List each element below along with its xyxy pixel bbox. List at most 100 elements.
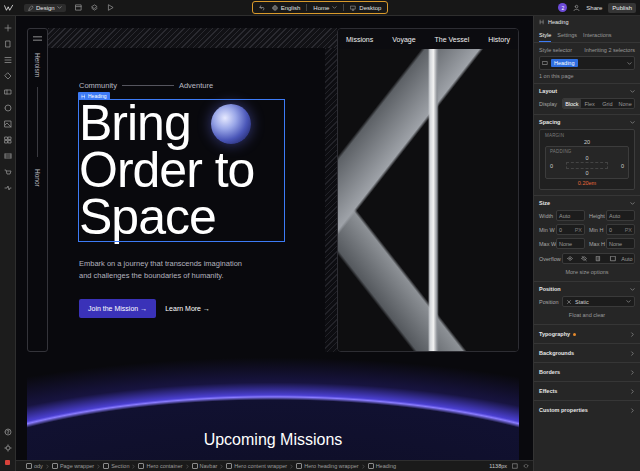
panel-tab[interactable]: Settings (557, 30, 577, 42)
zoom-icon[interactable] (512, 463, 518, 469)
nav-link[interactable]: History (488, 36, 510, 43)
section-title[interactable]: Upcoming Missions (204, 431, 343, 449)
hidden-icon[interactable] (577, 254, 591, 263)
collaborator-count[interactable]: 2 (558, 3, 567, 12)
section-title[interactable]: Spacing (539, 119, 560, 125)
cms-icon[interactable] (4, 152, 12, 160)
size-input[interactable]: None (606, 238, 635, 249)
caret-icon (630, 120, 635, 125)
assets-icon[interactable] (4, 120, 12, 128)
panel-section[interactable]: Typography (534, 324, 640, 343)
scroll-icon[interactable] (591, 254, 605, 263)
panel-tab[interactable]: Interactions (583, 30, 611, 42)
more-size-options[interactable]: More size options (539, 268, 635, 276)
chevron-icon (362, 464, 365, 469)
float-and-clear[interactable]: Float and clear (539, 311, 635, 319)
breadcrumb[interactable]: Navbar (192, 463, 218, 469)
components-icon[interactable] (4, 72, 12, 80)
size-input[interactable]: Auto (606, 210, 635, 221)
user-icon[interactable] (573, 4, 580, 11)
share-button[interactable]: Share (586, 5, 602, 11)
join-button[interactable]: Join the Mission → (79, 299, 156, 318)
logic-icon[interactable] (4, 184, 12, 192)
add-icon[interactable] (4, 24, 12, 32)
padding-left[interactable]: 0 (550, 163, 553, 169)
display-option[interactable]: Flex (581, 99, 599, 108)
nav-link[interactable]: Missions (346, 36, 373, 43)
page-dropdown[interactable]: Home (313, 5, 337, 11)
section-title[interactable]: Layout (539, 88, 557, 94)
padding-right[interactable]: 0 (621, 163, 624, 169)
breadcrumb[interactable]: Heading (368, 463, 397, 469)
selected-heading[interactable]: HeadingBringOrder toSpace (79, 100, 284, 241)
variables-icon[interactable] (4, 88, 12, 96)
menu-icon[interactable] (33, 36, 42, 41)
clip-icon[interactable] (606, 254, 620, 263)
overflow-auto[interactable]: Auto (620, 254, 634, 263)
undo-icon[interactable] (259, 4, 266, 11)
display-option[interactable]: None (616, 99, 634, 108)
rail-label[interactable]: Heroism (34, 53, 41, 77)
navigator-icon[interactable] (4, 56, 12, 64)
nav-link[interactable]: Voyage (392, 36, 415, 43)
breadcrumb[interactable]: Hero content wrapper (226, 463, 287, 469)
class-chip[interactable]: Heading (551, 59, 578, 67)
styles-icon[interactable] (4, 104, 12, 112)
content-box (566, 162, 608, 169)
pages-icon[interactable] (4, 40, 12, 48)
selection-badge[interactable]: Heading (78, 92, 110, 100)
display-option[interactable]: Block (563, 99, 581, 108)
context-group: English Home Desktop (252, 1, 389, 14)
size-input[interactable]: Auto (556, 210, 585, 221)
section-title[interactable]: Size (539, 200, 550, 206)
breadcrumb[interactable]: Section (103, 463, 129, 469)
display-control: BlockFlexGridNone (562, 98, 635, 109)
settings-icon[interactable] (4, 444, 12, 452)
visible-icon[interactable] (563, 254, 577, 263)
display-option[interactable]: Grid (599, 99, 617, 108)
breakpoint-dropdown[interactable]: Desktop (350, 5, 381, 11)
learn-more-button[interactable]: Learn More → (165, 305, 210, 312)
padding-top[interactable]: 0 (585, 155, 588, 161)
ecommerce-icon[interactable] (4, 168, 12, 176)
size-input[interactable]: 0PX (606, 224, 635, 235)
tag[interactable]: Community (79, 81, 117, 90)
panel-section[interactable]: Backgrounds (534, 343, 640, 362)
apps-icon[interactable] (4, 136, 12, 144)
mode-dropdown[interactable]: Design (24, 4, 66, 12)
breadcrumb[interactable]: Hero heading wrapper (296, 463, 358, 469)
panel-section[interactable]: Custom properties (534, 400, 640, 419)
hero-container: Heroism Honor Community Adventure HeadingBri… (27, 28, 519, 352)
selector-field[interactable]: Heading (539, 56, 635, 70)
panel-section[interactable]: Borders (534, 362, 640, 381)
hero-paragraph[interactable]: Embark on a journey that transcends imag… (79, 258, 242, 282)
tag[interactable]: Adventure (179, 81, 213, 90)
publish-button[interactable]: Publish (608, 3, 636, 13)
dashboard-icon[interactable] (75, 4, 82, 11)
size-input[interactable]: 0PX (556, 224, 585, 235)
style-panel: HeadingStyleSettingsInteractionsStyle se… (533, 16, 640, 471)
panel-tab[interactable]: Style (539, 30, 551, 42)
padding-bottom[interactable]: 0 (585, 170, 588, 176)
layers-icon[interactable] (91, 4, 98, 11)
locale-dropdown[interactable]: English (272, 5, 301, 11)
preview-icon[interactable] (107, 4, 114, 11)
code-icon[interactable] (523, 463, 529, 469)
position-select[interactable]: Static (562, 296, 635, 307)
size-input[interactable]: None (556, 238, 585, 249)
audit-icon[interactable] (5, 460, 10, 465)
help-icon[interactable] (4, 428, 12, 436)
rail-label[interactable]: Honor (34, 169, 41, 187)
margin-bottom[interactable]: 0.20em (578, 180, 596, 186)
element-icon (52, 463, 58, 469)
nav-link[interactable]: The Vessel (435, 36, 470, 43)
breadcrumb[interactable]: Page wrapper (52, 463, 94, 469)
inheriting-link[interactable]: Inheriting 2 selectors (584, 47, 635, 53)
breadcrumb[interactable]: ody (26, 463, 43, 469)
hero-heading[interactable]: BringOrder toSpace (79, 100, 284, 241)
margin-top[interactable]: 20 (584, 139, 590, 145)
section-title[interactable]: Position (539, 286, 561, 292)
breadcrumb[interactable]: Hero container (138, 463, 182, 469)
panel-section[interactable]: Effects (534, 381, 640, 400)
webflow-logo-icon[interactable] (4, 4, 15, 12)
